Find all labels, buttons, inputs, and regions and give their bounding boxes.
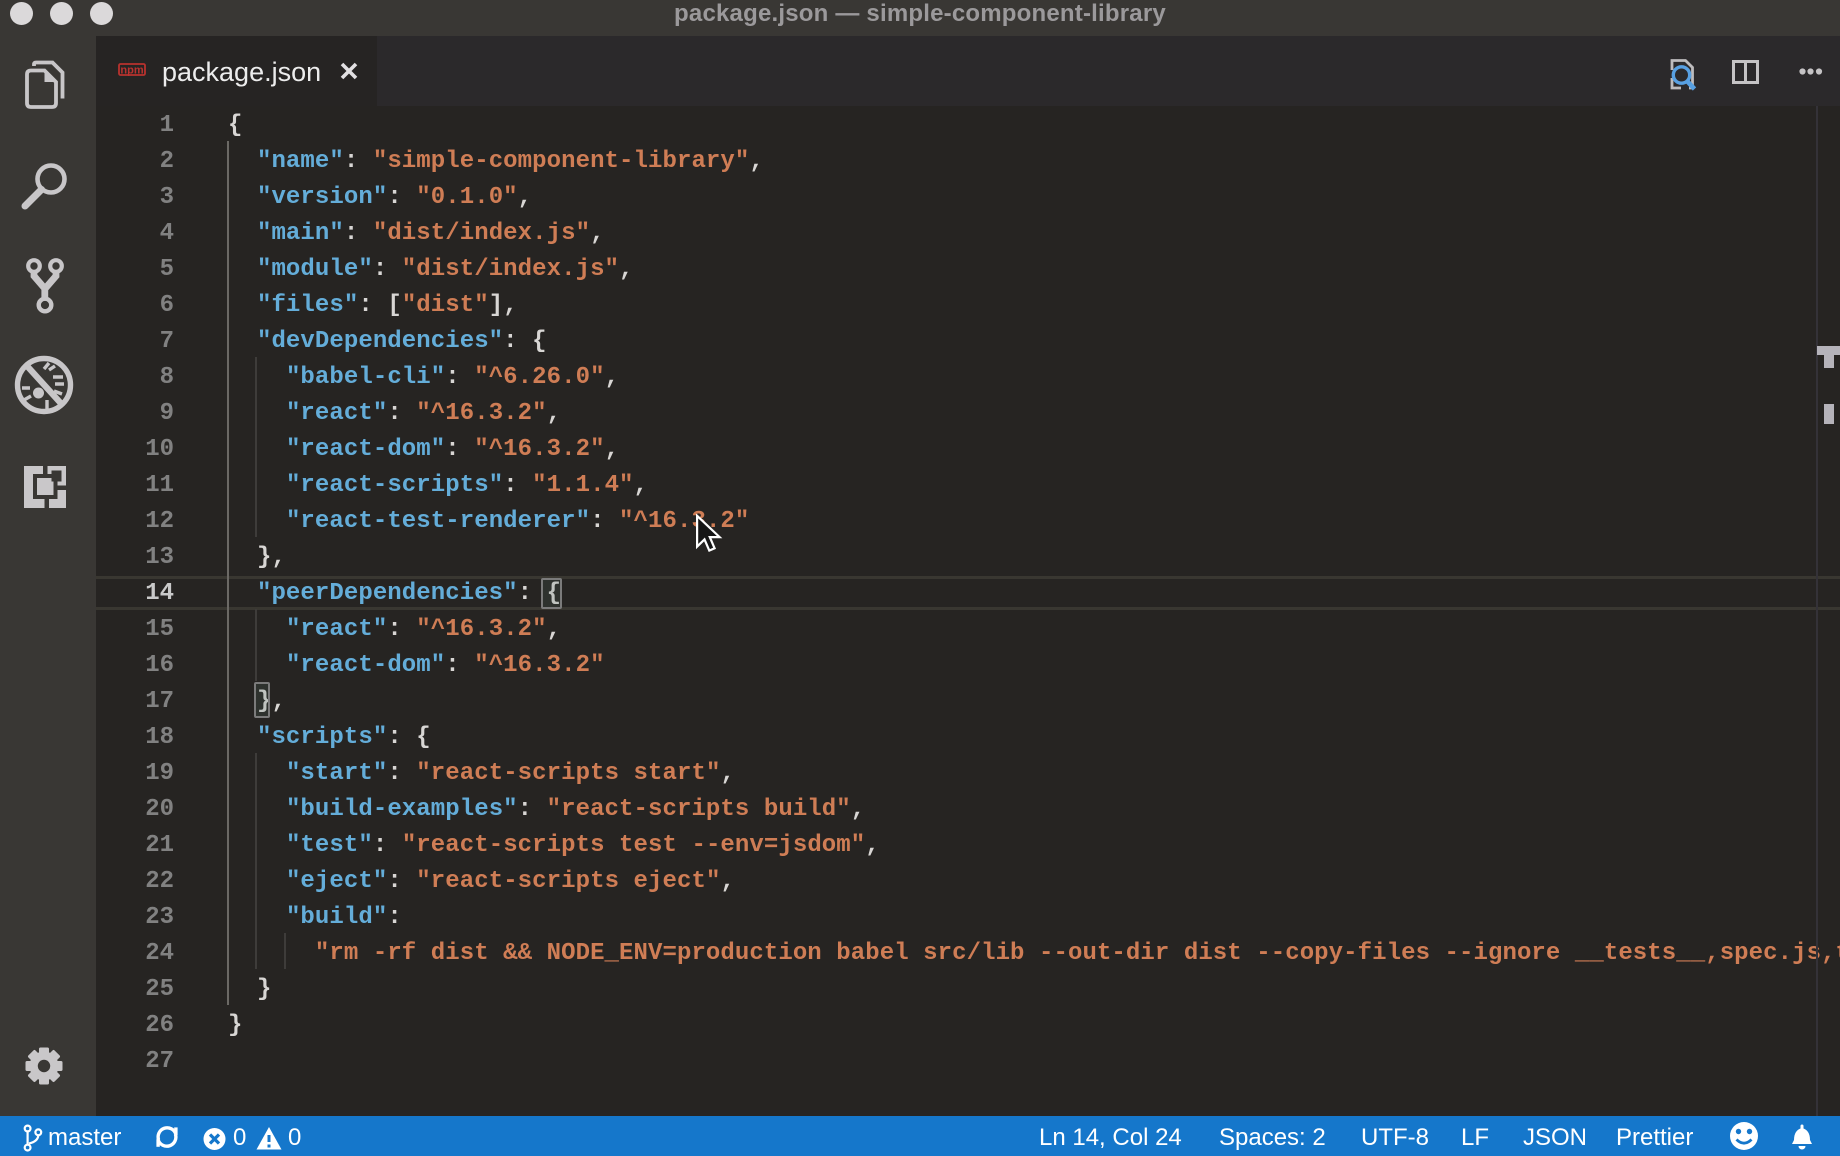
svg-text:npm: npm	[120, 65, 143, 77]
